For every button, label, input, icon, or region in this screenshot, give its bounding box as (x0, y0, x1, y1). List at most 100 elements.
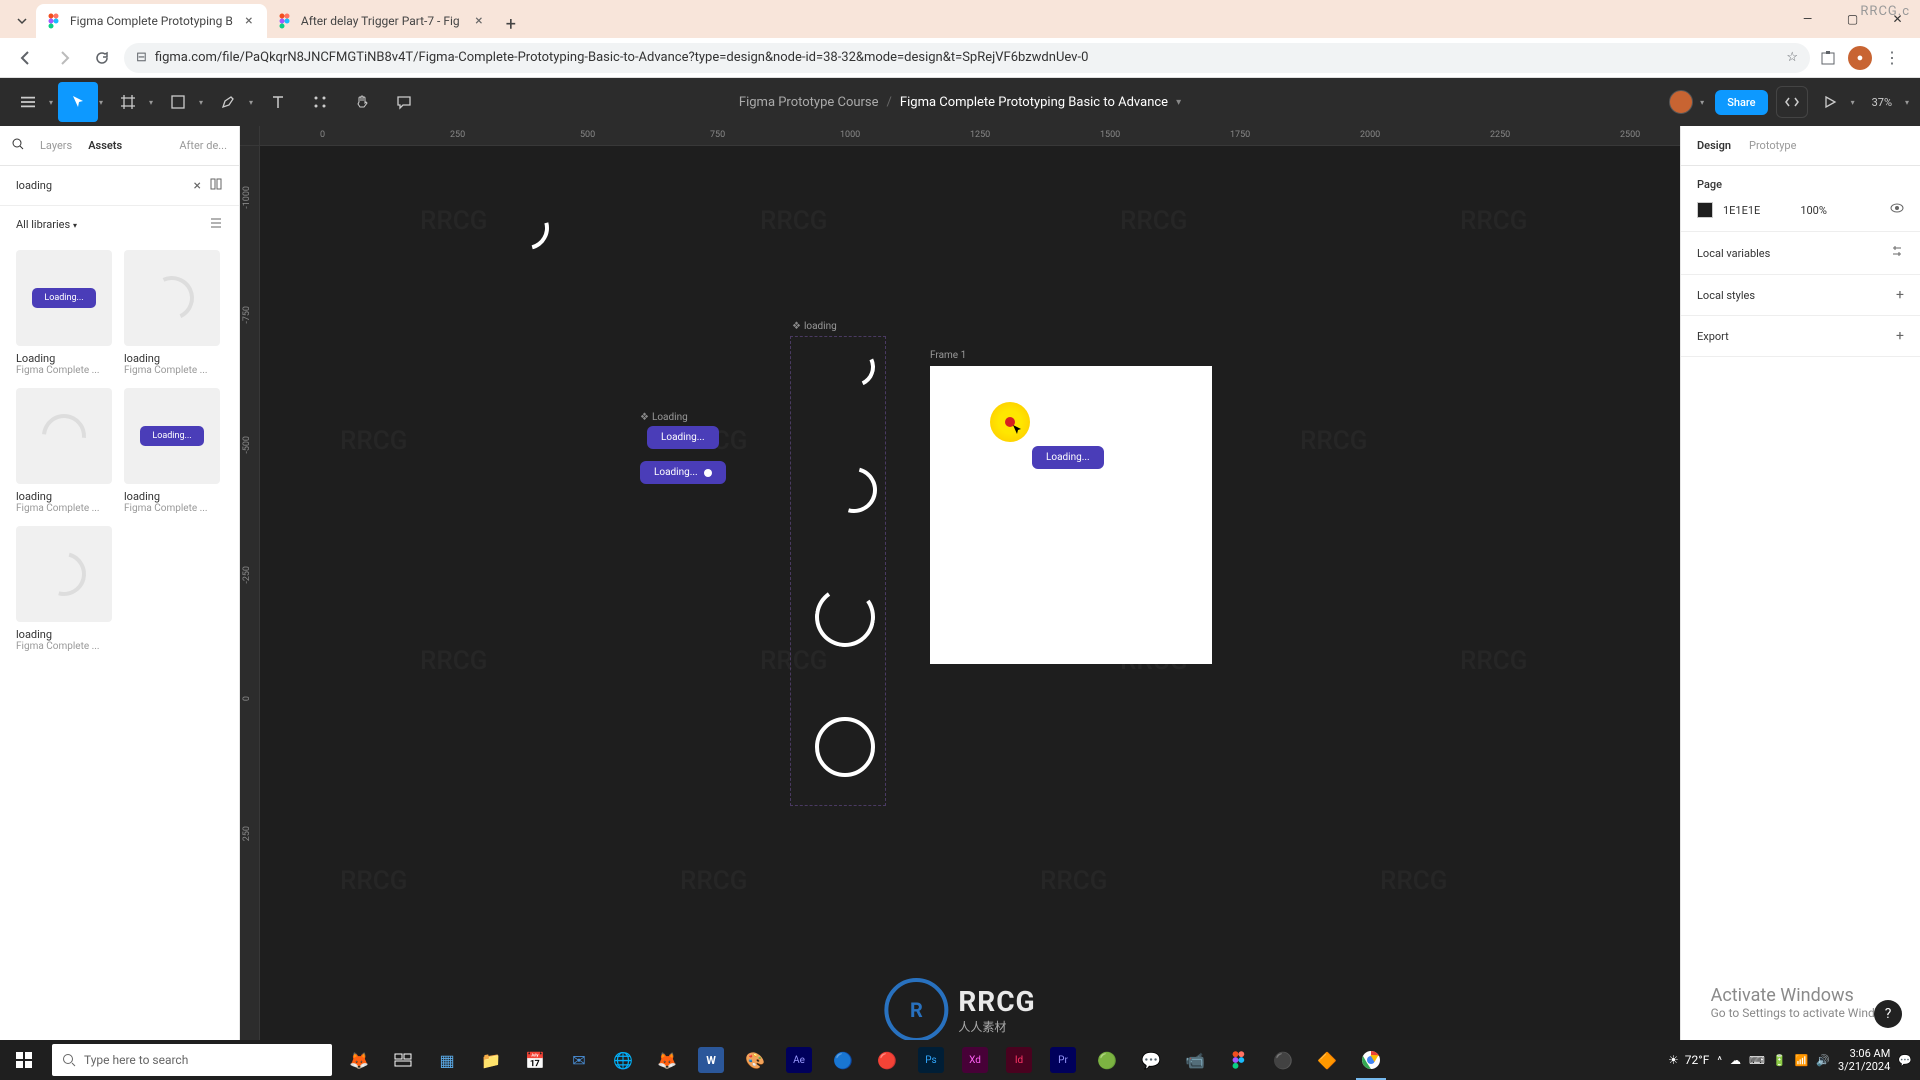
pen-tool-icon[interactable] (208, 82, 248, 122)
extensions-icon[interactable] (1816, 46, 1840, 70)
canvas[interactable]: 0 250 500 750 1000 1250 1500 1750 2000 2… (240, 126, 1680, 1040)
start-button-icon[interactable] (0, 1040, 48, 1080)
clear-search-icon[interactable]: × (194, 178, 201, 194)
taskbar-app-icon[interactable]: 🟢 (1086, 1040, 1128, 1080)
close-icon[interactable]: × (241, 13, 257, 29)
figma-taskbar-icon[interactable] (1218, 1040, 1260, 1080)
reload-icon[interactable] (86, 42, 118, 74)
list-view-icon[interactable] (209, 216, 223, 233)
premiere-icon[interactable]: Pr (1050, 1047, 1076, 1073)
local-variables-label[interactable]: Local variables (1697, 247, 1770, 260)
firefox-icon[interactable]: 🦊 (646, 1040, 688, 1080)
notifications-icon[interactable]: 💬 (1898, 1054, 1912, 1067)
search-icon[interactable] (12, 138, 24, 153)
forward-icon[interactable] (48, 42, 80, 74)
hand-tool-icon[interactable] (342, 82, 382, 122)
profile-avatar-icon[interactable]: ● (1848, 46, 1872, 70)
chevron-down-icon[interactable]: ▾ (1697, 98, 1707, 107)
taskbar-search[interactable]: Type here to search (52, 1044, 332, 1076)
design-tab[interactable]: Design (1697, 139, 1731, 152)
asset-item[interactable]: loading Figma Complete ... (16, 388, 112, 514)
loading-variants-frame[interactable] (790, 336, 886, 806)
taskbar-news-icon[interactable]: 🦊 (338, 1040, 380, 1080)
indesign-icon[interactable]: Id (1006, 1047, 1032, 1073)
taskbar-app-icon[interactable]: 🎨 (734, 1040, 776, 1080)
taskview-icon[interactable] (382, 1040, 424, 1080)
settings-icon[interactable] (1890, 244, 1904, 262)
page-selector[interactable]: After de... (179, 139, 227, 152)
zoom-icon[interactable]: 📹 (1174, 1040, 1216, 1080)
xd-icon[interactable]: Xd (962, 1047, 988, 1073)
figma-menu-icon[interactable] (8, 82, 48, 122)
background-swatch[interactable] (1697, 202, 1713, 218)
site-info-icon[interactable]: ⊟ (136, 50, 147, 65)
asset-item[interactable]: loading Figma Complete ... (124, 250, 220, 376)
chevron-down-icon[interactable]: ▾ (1848, 98, 1858, 107)
taskbar-app-icon[interactable]: 🔴 (866, 1040, 908, 1080)
edge-icon[interactable]: 🌐 (602, 1040, 644, 1080)
frame-tool-icon[interactable] (108, 82, 148, 122)
project-name[interactable]: Figma Prototype Course (739, 95, 879, 110)
system-clock[interactable]: 3:06 AM 3/21/2024 (1838, 1047, 1890, 1073)
plus-icon[interactable]: + (1896, 287, 1904, 303)
present-icon[interactable] (1816, 88, 1844, 116)
library-icon[interactable] (209, 177, 223, 195)
taskbar-app-icon[interactable]: 🔶 (1306, 1040, 1348, 1080)
text-tool-icon[interactable] (258, 82, 298, 122)
tray-chevron-icon[interactable]: ^ (1717, 1054, 1722, 1067)
dev-mode-icon[interactable] (1776, 86, 1808, 118)
chevron-down-icon[interactable]: ▾ (1902, 98, 1912, 107)
plus-icon[interactable]: + (1896, 328, 1904, 344)
calendar-icon[interactable]: 📅 (514, 1040, 556, 1080)
back-icon[interactable] (10, 42, 42, 74)
file-explorer-icon[interactable]: 📁 (470, 1040, 512, 1080)
browser-tab-1[interactable]: Figma Complete Prototyping B × (36, 4, 267, 38)
background-hex[interactable]: 1E1E1E (1723, 204, 1760, 217)
asset-item[interactable]: Loading... loading Figma Complete ... (124, 388, 220, 514)
assets-tab[interactable]: Assets (88, 139, 122, 152)
chevron-down-icon[interactable]: ▾ (1176, 97, 1181, 108)
new-tab-button[interactable]: + (497, 10, 525, 38)
tray-battery-icon[interactable]: 🔋 (1773, 1054, 1787, 1067)
comment-tool-icon[interactable] (384, 82, 424, 122)
file-name[interactable]: Figma Complete Prototyping Basic to Adva… (900, 95, 1168, 110)
asset-item[interactable]: loading Figma Complete ... (16, 526, 112, 652)
asset-search-input[interactable] (16, 179, 186, 192)
prototype-tab[interactable]: Prototype (1749, 139, 1796, 152)
library-filter[interactable]: All libraries ▾ (16, 218, 77, 231)
loading-component[interactable]: Loading... Loading... (640, 426, 726, 484)
mail-icon[interactable]: ✉ (558, 1040, 600, 1080)
chrome-running-icon[interactable] (1350, 1040, 1392, 1080)
help-icon[interactable]: ? (1874, 1000, 1902, 1028)
tray-wifi-icon[interactable]: 📶 (1795, 1054, 1809, 1067)
aftereffects-icon[interactable]: Ae (786, 1047, 812, 1073)
resources-tool-icon[interactable] (300, 82, 340, 122)
share-button[interactable]: Share (1715, 90, 1767, 115)
minimize-icon[interactable]: — (1785, 4, 1830, 34)
background-opacity[interactable]: 100% (1800, 204, 1827, 217)
browser-tab-2[interactable]: After delay Trigger Part-7 - Fig × (267, 4, 497, 38)
weather-widget[interactable]: ☀72°F (1668, 1053, 1709, 1067)
local-styles-label[interactable]: Local styles (1697, 289, 1755, 302)
taskbar-app-icon[interactable]: ▦ (426, 1040, 468, 1080)
obs-icon[interactable]: ⚫ (1262, 1040, 1304, 1080)
visibility-icon[interactable] (1890, 201, 1904, 219)
frame-1[interactable]: Frame 1 Loading... (930, 366, 1212, 664)
tray-onedrive-icon[interactable]: ☁ (1730, 1054, 1741, 1067)
tray-keyboard-icon[interactable]: ⌨ (1749, 1054, 1765, 1067)
bookmark-icon[interactable]: ☆ (1786, 50, 1798, 65)
tray-volume-icon[interactable]: 🔊 (1816, 1054, 1830, 1067)
export-label[interactable]: Export (1697, 330, 1729, 343)
layers-tab[interactable]: Layers (40, 139, 72, 152)
move-tool-icon[interactable] (58, 82, 98, 122)
shape-tool-icon[interactable] (158, 82, 198, 122)
word-icon[interactable]: W (698, 1047, 724, 1073)
chrome-icon[interactable]: 🔵 (822, 1040, 864, 1080)
close-icon[interactable]: × (471, 13, 487, 29)
zoom-level[interactable]: 37% (1866, 96, 1898, 109)
chrome-menu-icon[interactable]: ⋮ (1880, 46, 1904, 70)
photoshop-icon[interactable]: Ps (918, 1047, 944, 1073)
user-avatar-icon[interactable] (1669, 90, 1693, 114)
url-bar[interactable]: ⊟ figma.com/file/PaQkqrN8JNCFMGTiNB8v4T/… (124, 43, 1810, 73)
tab-dropdown-icon[interactable] (8, 4, 36, 38)
